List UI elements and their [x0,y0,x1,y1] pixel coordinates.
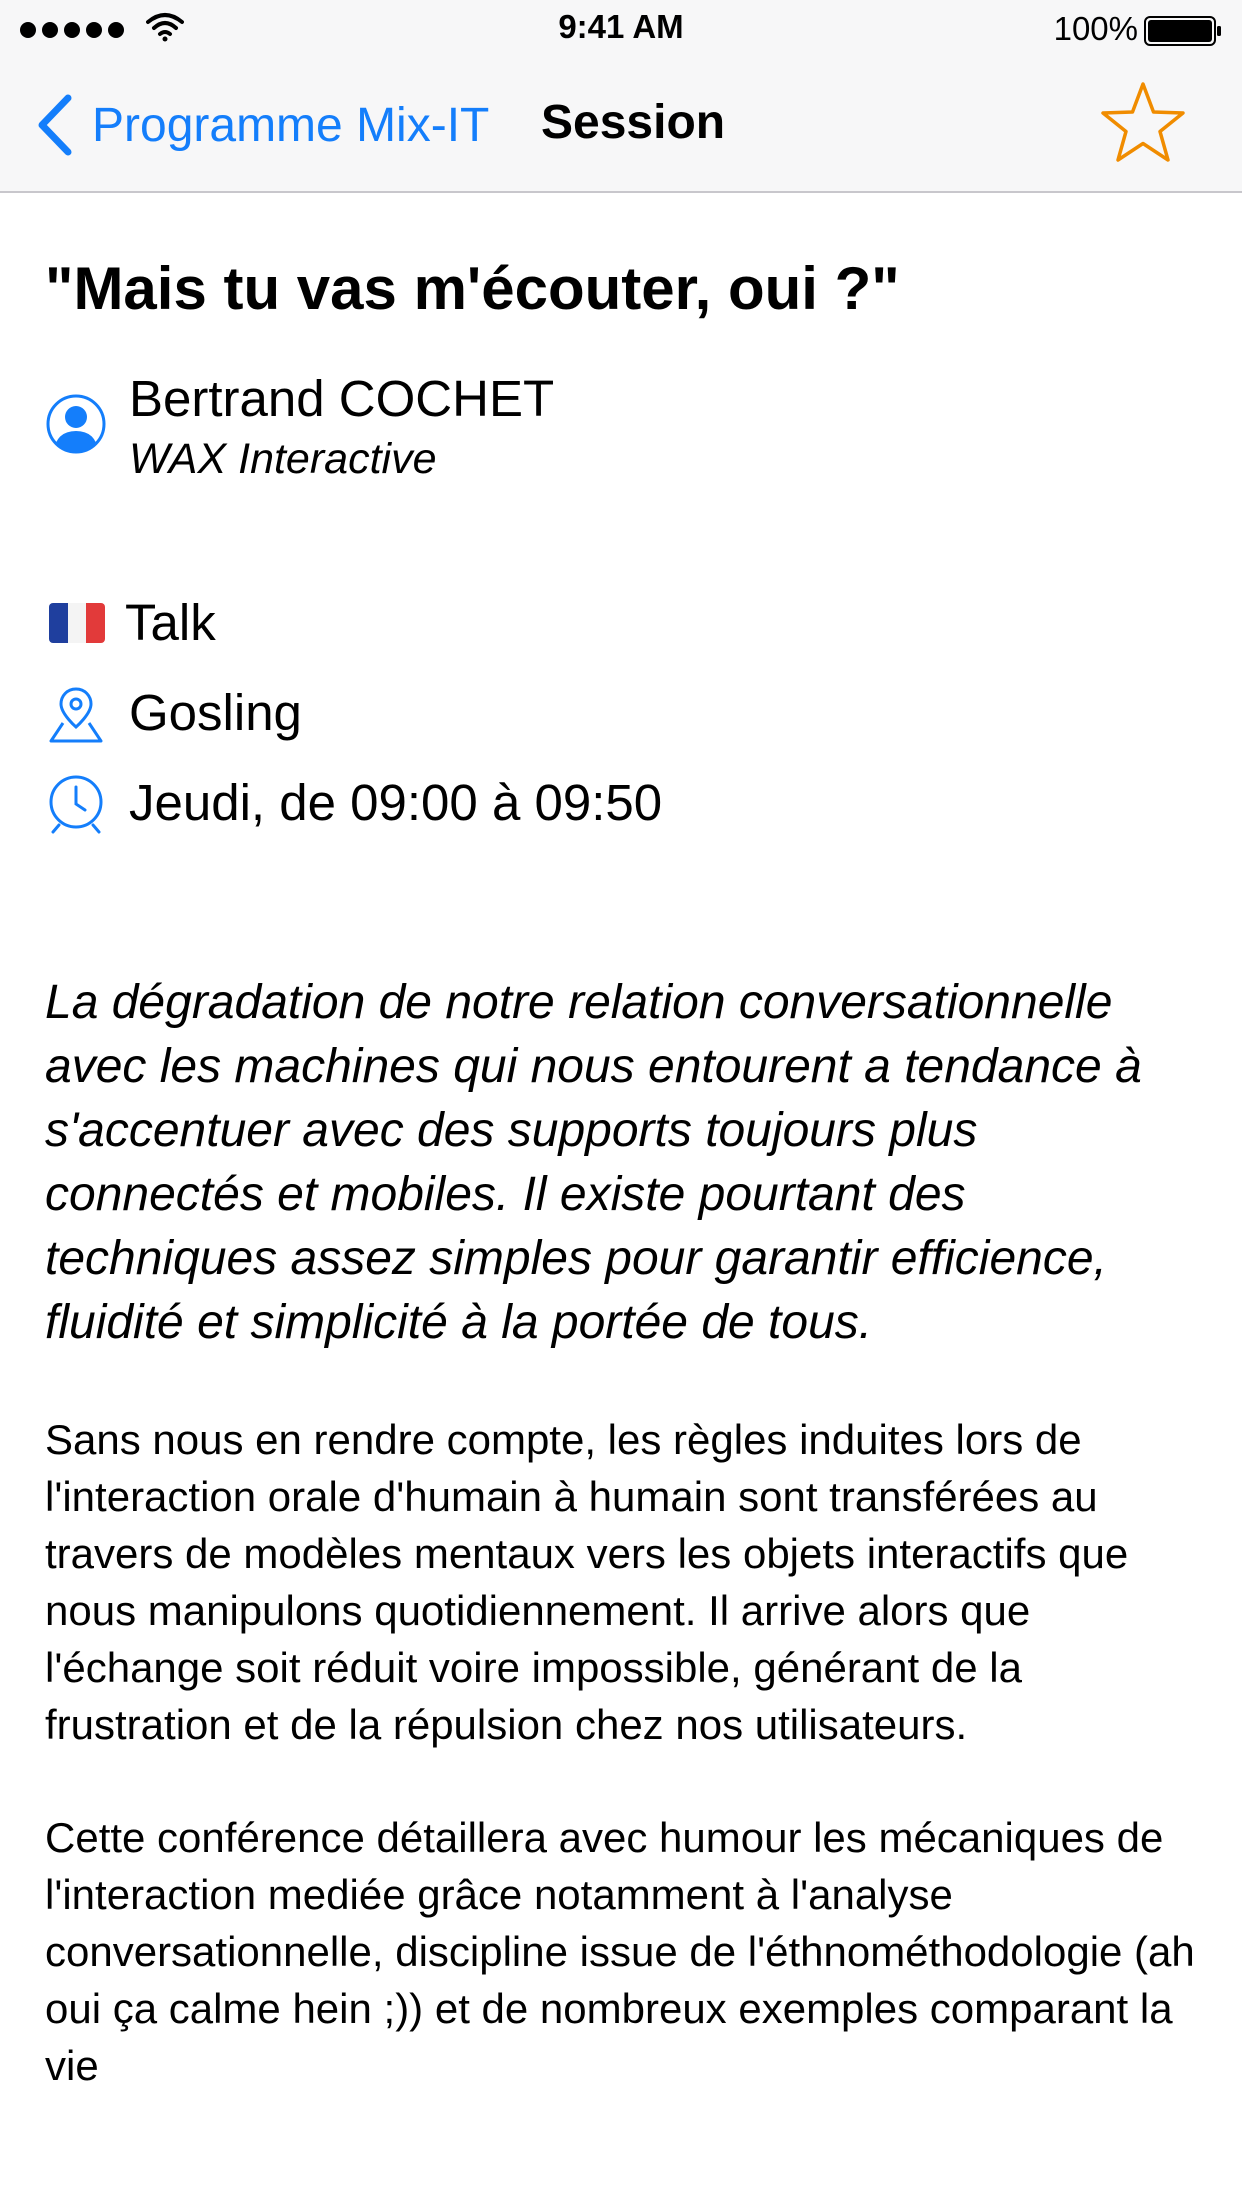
session-room: Gosling [129,684,302,741]
map-pin-icon [49,687,103,743]
status-bar: 9:41 AM 100% [0,0,1242,60]
battery-percentage: 100% [1053,10,1138,47]
clock-icon [49,775,103,834]
time-row: Jeudi, de 09:00 à 09:50 [45,757,1205,847]
favorite-star-icon[interactable] [1100,80,1186,166]
france-flag-icon [49,603,105,643]
back-button[interactable]: Programme Mix-IT [36,90,489,160]
session-time: Jeudi, de 09:00 à 09:50 [129,774,663,831]
speaker-name: Bertrand COCHET [129,370,555,427]
back-button-label: Programme Mix-IT [92,98,490,152]
room-row: Gosling [45,667,1205,757]
nav-title: Session [541,96,726,149]
session-title: "Mais tu vas m'écouter, oui ?" [45,255,900,322]
battery-icon [1144,16,1221,46]
navigation-bar: Programme Mix-IT Session [0,60,1242,193]
speaker-company: WAX Interactive [129,435,437,483]
person-icon [46,394,106,454]
session-detail: "Mais tu vas m'écouter, oui ?" Bertrand … [45,191,1205,2094]
session-format: Talk [125,594,216,651]
chevron-left-icon [38,94,72,156]
description-paragraph: Sans nous en rendre compte, les règles i… [45,1416,1129,1748]
session-summary: La dégradation de notre relation convers… [45,976,1142,1349]
description-paragraph: Cette conférence détaillera avec humour … [45,1814,1195,2089]
format-row: Talk [45,577,1205,667]
speaker[interactable]: Bertrand COCHET WAX Interactive [45,369,1205,489]
